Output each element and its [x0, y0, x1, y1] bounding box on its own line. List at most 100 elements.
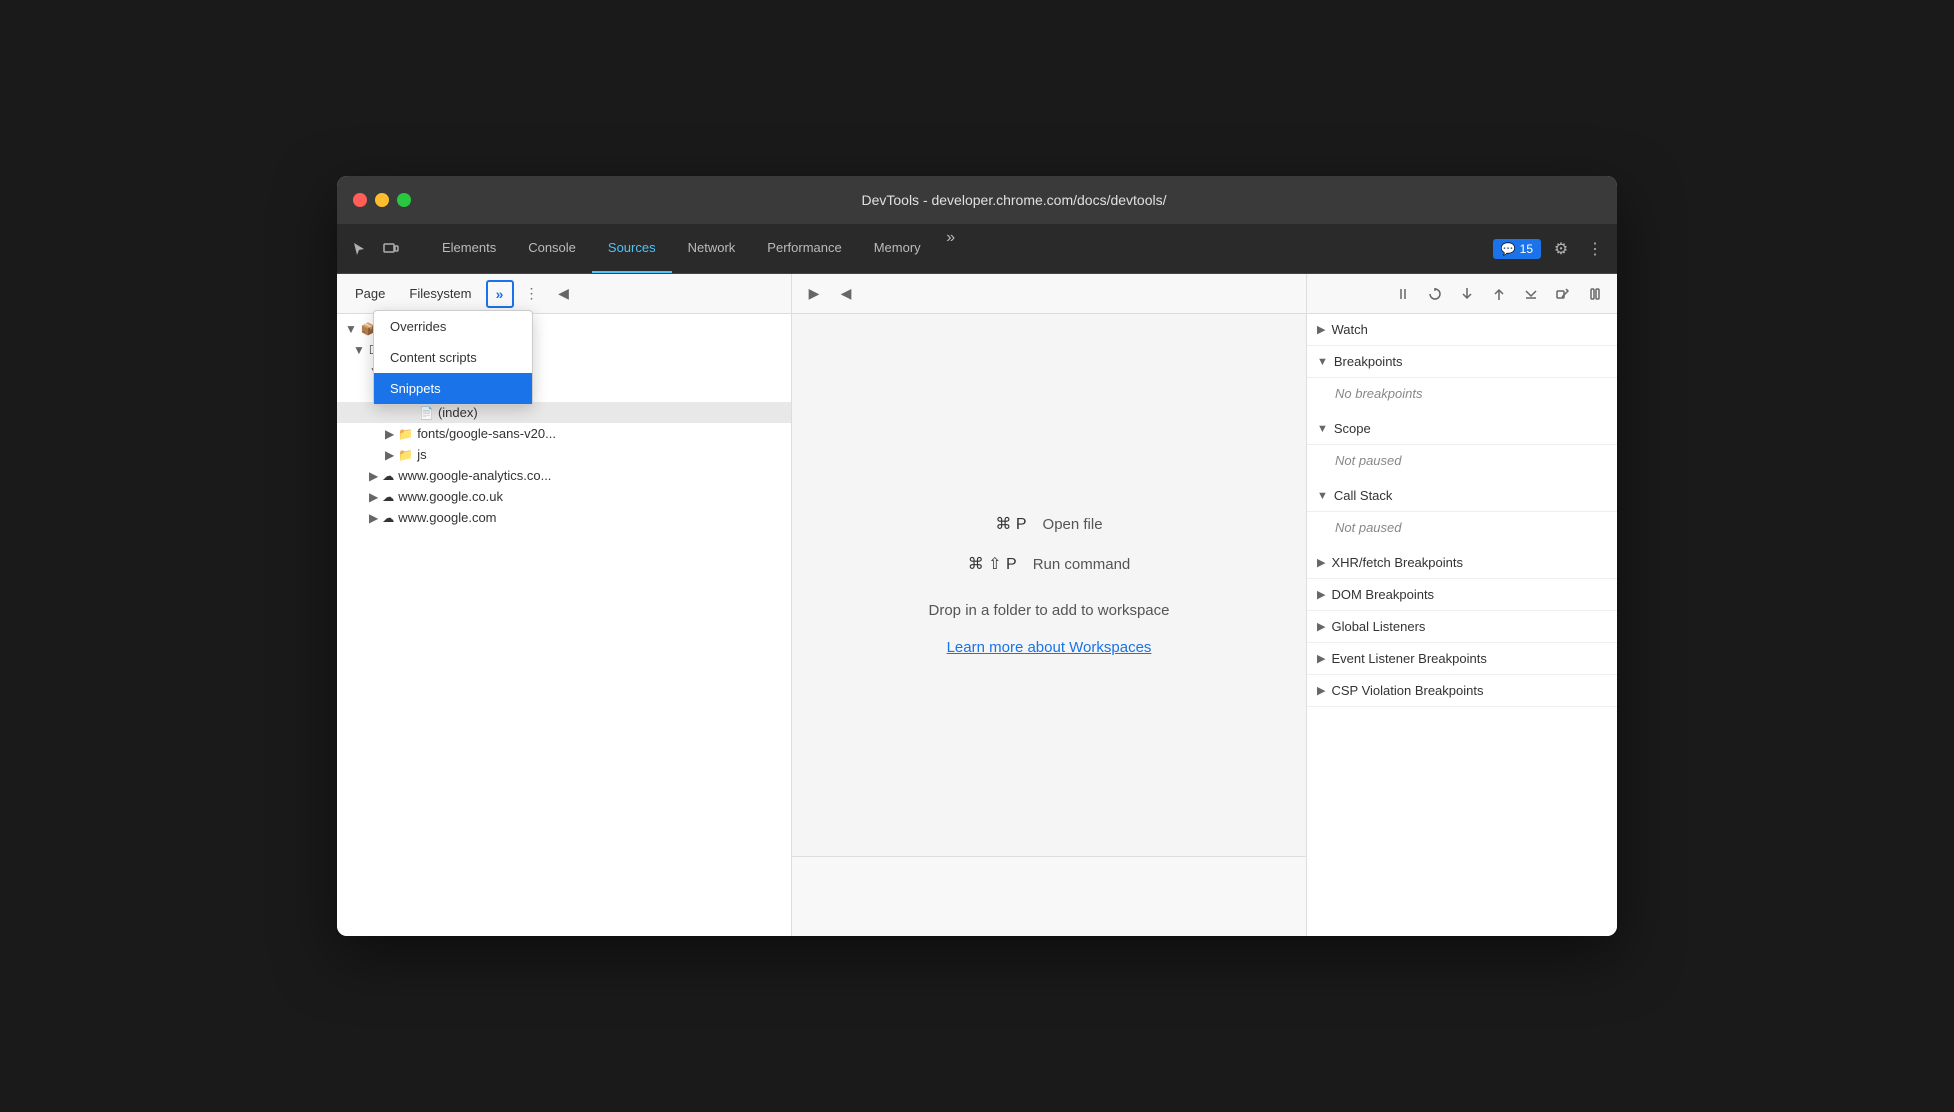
arrow-fonts: ▶	[385, 427, 394, 441]
step-over-button[interactable]	[1421, 280, 1449, 308]
main-toolbar: Elements Console Sources Network Perform…	[337, 224, 1617, 274]
deactivate-button[interactable]	[1549, 280, 1577, 308]
global-arrow: ▶	[1317, 620, 1325, 633]
dom-section-header[interactable]: ▶ DOM Breakpoints	[1307, 579, 1617, 611]
google-com-icon: ☁	[382, 511, 394, 525]
arrow-google-uk: ▶	[369, 490, 378, 504]
middle-bottom	[792, 856, 1306, 936]
dom-label: DOM Breakpoints	[1331, 587, 1434, 602]
settings-button[interactable]: ⚙	[1547, 235, 1575, 263]
js-label: js	[417, 447, 426, 462]
middle-content: ⌘ P Open file ⌘ ⇧ P Run command Drop in …	[792, 314, 1306, 856]
google-uk-label: www.google.co.uk	[398, 489, 503, 504]
open-file-label: Open file	[1043, 516, 1103, 533]
xhr-section-header[interactable]: ▶ XHR/fetch Breakpoints	[1307, 547, 1617, 579]
run-command-keys: ⌘ ⇧ P	[968, 554, 1017, 574]
tab-network[interactable]: Network	[672, 224, 752, 273]
tree-item-google-uk[interactable]: ▶ ☁ www.google.co.uk	[337, 486, 791, 507]
callstack-empty: Not paused	[1307, 512, 1617, 547]
devtools-window: DevTools - developer.chrome.com/docs/dev…	[337, 176, 1617, 936]
arrow-top: ▼	[353, 343, 365, 357]
tree-item-js[interactable]: ▶ 📁 js	[337, 444, 791, 465]
scope-arrow: ▼	[1317, 423, 1328, 435]
shortcut-open-file: ⌘ P Open file	[995, 514, 1102, 534]
play-icon[interactable]: ▶	[800, 280, 828, 308]
more-tabs-button[interactable]: »	[937, 224, 965, 252]
dropdown-content-scripts[interactable]: Content scripts	[374, 342, 532, 373]
csp-section-header[interactable]: ▶ CSP Violation Breakpoints	[1307, 675, 1617, 707]
scope-empty: Not paused	[1307, 445, 1617, 480]
right-panel: ▶ Watch ▼ Breakpoints No breakpoints ▼ S…	[1307, 274, 1617, 936]
event-label: Event Listener Breakpoints	[1331, 651, 1486, 666]
breakpoints-empty: No breakpoints	[1307, 378, 1617, 413]
event-section-header[interactable]: ▶ Event Listener Breakpoints	[1307, 643, 1617, 675]
resume-button[interactable]	[1389, 280, 1417, 308]
index-label: (index)	[438, 405, 478, 420]
file-tree: ▼ 📦 Deployed ▼ ☐ top ▼ ☁ developer.chrom…	[337, 314, 791, 936]
watch-label: Watch	[1331, 322, 1367, 337]
pause-exceptions-button[interactable]	[1581, 280, 1609, 308]
scope-section-header[interactable]: ▼ Scope	[1307, 413, 1617, 445]
event-arrow: ▶	[1317, 652, 1325, 665]
close-button[interactable]	[353, 193, 367, 207]
tree-item-fonts[interactable]: ▶ 📁 fonts/google-sans-v20...	[337, 423, 791, 444]
tab-filesystem[interactable]: Filesystem	[399, 282, 481, 305]
watch-section-header[interactable]: ▶ Watch	[1307, 314, 1617, 346]
collapse-left-icon[interactable]: ◀	[550, 280, 578, 308]
callstack-label: Call Stack	[1334, 488, 1393, 503]
breakpoints-section-header[interactable]: ▼ Breakpoints	[1307, 346, 1617, 378]
shortcut-run-command: ⌘ ⇧ P Run command	[968, 554, 1131, 574]
step-out-button[interactable]	[1485, 280, 1513, 308]
maximize-button[interactable]	[397, 193, 411, 207]
traffic-lights	[353, 193, 411, 207]
more-sources-button[interactable]: »	[486, 280, 514, 308]
left-panel: Page Filesystem » ⋮ ◀ Overrides Content …	[337, 274, 792, 936]
middle-toolbar: ▶ ◀	[792, 274, 1306, 314]
tab-console[interactable]: Console	[512, 224, 592, 273]
arrow-analytics: ▶	[369, 469, 378, 483]
run-command-label: Run command	[1033, 556, 1131, 573]
tab-elements[interactable]: Elements	[426, 224, 512, 273]
xhr-label: XHR/fetch Breakpoints	[1331, 555, 1463, 570]
fonts-label: fonts/google-sans-v20...	[417, 426, 556, 441]
global-section-header[interactable]: ▶ Global Listeners	[1307, 611, 1617, 643]
tree-item-index[interactable]: 📄 (index)	[337, 402, 791, 423]
breakpoints-label: Breakpoints	[1334, 354, 1403, 369]
collapse-right-icon[interactable]: ◀	[832, 280, 860, 308]
tab-performance[interactable]: Performance	[751, 224, 857, 273]
index-icon: 📄	[419, 406, 434, 420]
fonts-icon: 📁	[398, 427, 413, 441]
global-label: Global Listeners	[1331, 619, 1425, 634]
tab-memory[interactable]: Memory	[858, 224, 937, 273]
step-button[interactable]	[1517, 280, 1545, 308]
middle-panel: ▶ ◀ ⌘ P Open file ⌘ ⇧ P Run command Drop…	[792, 274, 1307, 936]
google-com-label: www.google.com	[398, 510, 496, 525]
dropdown-snippets[interactable]: Snippets	[374, 373, 532, 404]
notifications-badge[interactable]: 💬 15	[1493, 239, 1541, 259]
step-into-button[interactable]	[1453, 280, 1481, 308]
toolbar-right: 💬 15 ⚙ ⋮	[1485, 224, 1617, 273]
dom-arrow: ▶	[1317, 588, 1325, 601]
analytics-icon: ☁	[382, 469, 394, 483]
tree-item-analytics[interactable]: ▶ ☁ www.google-analytics.co...	[337, 465, 791, 486]
device-icon[interactable]	[377, 235, 405, 263]
debug-toolbar	[1307, 274, 1617, 314]
tab-sources[interactable]: Sources	[592, 224, 672, 273]
callstack-section-header[interactable]: ▼ Call Stack	[1307, 480, 1617, 512]
minimize-button[interactable]	[375, 193, 389, 207]
tree-item-google-com[interactable]: ▶ ☁ www.google.com	[337, 507, 791, 528]
notification-count: 15	[1520, 242, 1533, 256]
sources-more-icon[interactable]: ⋮	[518, 280, 546, 308]
google-uk-icon: ☁	[382, 490, 394, 504]
dropdown-overrides[interactable]: Overrides	[374, 311, 532, 342]
learn-workspaces-link[interactable]: Learn more about Workspaces	[947, 639, 1152, 656]
tab-page[interactable]: Page	[345, 282, 395, 305]
more-options-button[interactable]: ⋮	[1581, 235, 1609, 263]
csp-arrow: ▶	[1317, 684, 1325, 697]
toolbar-tabs: Elements Console Sources Network Perform…	[426, 224, 1485, 273]
cursor-icon[interactable]	[345, 235, 373, 263]
sources-toolbar: Page Filesystem » ⋮ ◀ Overrides Content …	[337, 274, 791, 314]
watch-arrow: ▶	[1317, 323, 1325, 336]
js-icon: 📁	[398, 448, 413, 462]
open-file-keys: ⌘ P	[995, 514, 1026, 534]
